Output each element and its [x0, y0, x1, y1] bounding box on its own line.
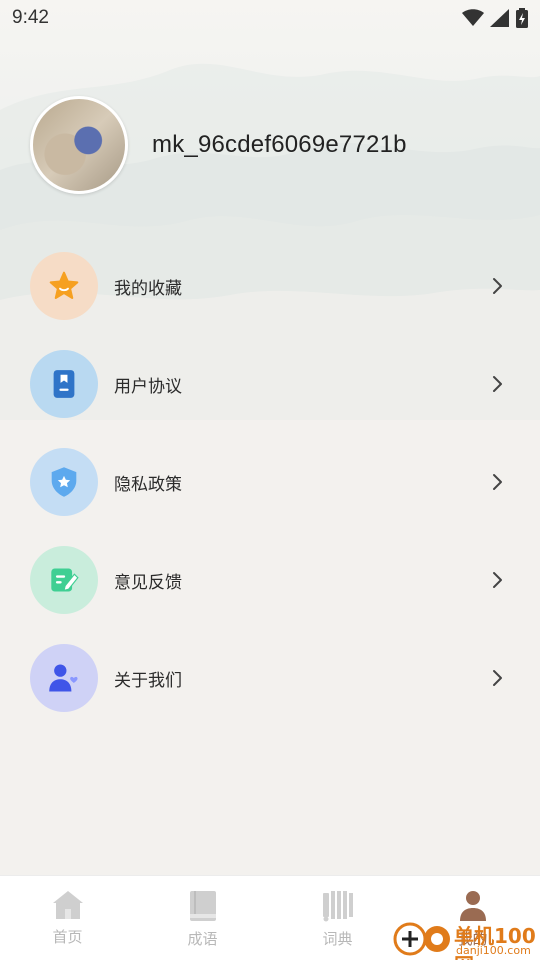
- home-icon: [52, 891, 83, 919]
- battery-icon: [516, 8, 528, 28]
- menu-icon-bg: [30, 350, 98, 418]
- menu-icon-bg: [30, 546, 98, 614]
- shield-icon: [51, 467, 77, 497]
- menu-label: 意见反馈: [114, 572, 182, 592]
- profile-header[interactable]: mk_96cdef6069e7721b: [30, 96, 407, 194]
- document-icon: [53, 370, 75, 398]
- status-bar: 9:42: [0, 0, 540, 36]
- tab-home[interactable]: 首页: [0, 876, 135, 960]
- menu-label: 隐私政策: [114, 474, 182, 494]
- watermark-subtext: danji100.com: [456, 944, 531, 957]
- chevron-right-icon: [493, 572, 502, 588]
- avatar[interactable]: [30, 96, 128, 194]
- username: mk_96cdef6069e7721b: [152, 131, 407, 158]
- signal-icon: [490, 9, 509, 27]
- menu-icon-bg: [30, 644, 98, 712]
- menu-item-about-us[interactable]: 关于我们: [0, 644, 540, 712]
- status-icons: [462, 8, 528, 28]
- chevron-right-icon: [493, 278, 502, 294]
- edit-icon: [51, 568, 79, 592]
- menu-label: 关于我们: [114, 670, 182, 690]
- menu-icon-bg: [30, 252, 98, 320]
- menu-item-feedback[interactable]: 意见反馈: [0, 546, 540, 614]
- menu-icon-bg: [30, 448, 98, 516]
- menu-label: 我的收藏: [114, 278, 182, 298]
- menu-item-favorites[interactable]: 我的收藏: [0, 252, 540, 320]
- dictionary-icon: [322, 891, 353, 922]
- menu-item-privacy-policy[interactable]: 隐私政策: [0, 448, 540, 516]
- menu-item-user-agreement[interactable]: 用户协议: [0, 350, 540, 418]
- site-watermark: 单机100网 danji100.com: [392, 918, 540, 960]
- book-icon: [189, 891, 216, 921]
- menu-label: 用户协议: [114, 376, 182, 396]
- wifi-icon: [462, 9, 484, 26]
- tab-label: 首页: [52, 929, 83, 946]
- chevron-right-icon: [493, 376, 502, 392]
- tab-dictionary[interactable]: 词典: [270, 876, 405, 960]
- star-icon: [49, 271, 79, 299]
- settings-menu: 我的收藏 用户协议 隐私政策 意见反馈 关于我们: [0, 252, 540, 742]
- chevron-right-icon: [493, 670, 502, 686]
- tab-idioms[interactable]: 成语: [135, 876, 270, 960]
- watermark-logo-icon: [393, 922, 450, 956]
- status-time: 9:42: [12, 7, 49, 28]
- user-heart-icon: [49, 664, 78, 692]
- tab-label: 成语: [187, 931, 218, 948]
- chevron-right-icon: [493, 474, 502, 490]
- tab-label: 词典: [322, 931, 353, 948]
